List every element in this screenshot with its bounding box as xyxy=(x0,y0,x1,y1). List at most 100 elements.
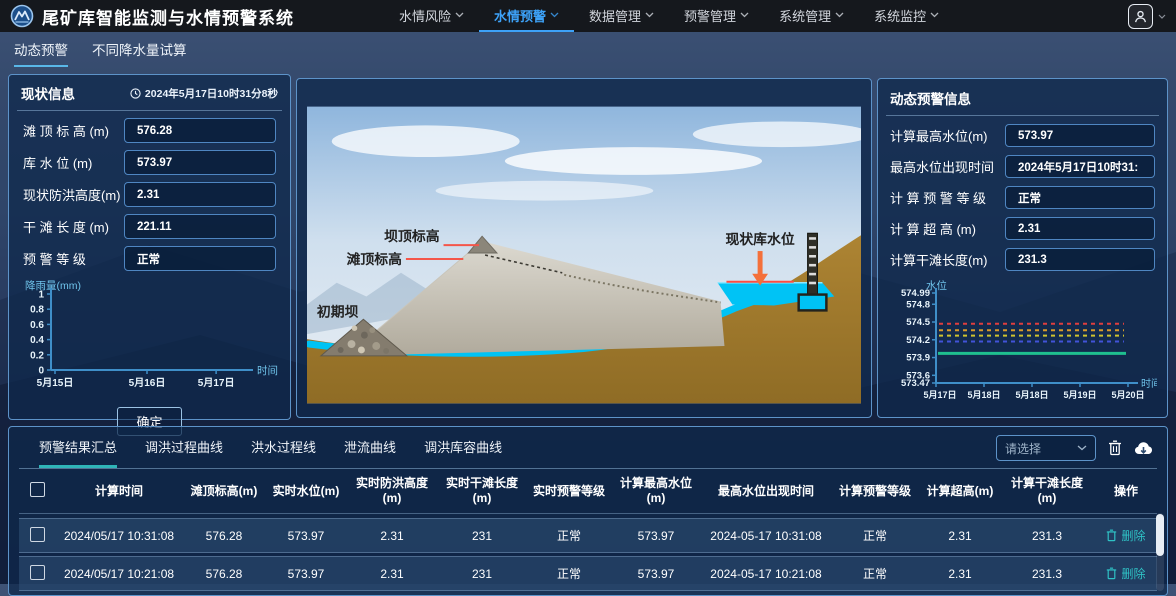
chevron-down-icon xyxy=(740,12,749,18)
delete-label: 删除 xyxy=(1121,565,1145,582)
delete-action[interactable]: 删除 xyxy=(1093,527,1159,544)
status-field-value[interactable]: 221.11 xyxy=(124,214,276,239)
filter-select[interactable]: 请选择 xyxy=(996,435,1096,461)
table-cell-2: 573.97 xyxy=(265,567,347,581)
chevron-down-icon xyxy=(1077,445,1087,451)
warning-field-value[interactable]: 2024年5月17日10时31: xyxy=(1005,155,1155,178)
chevron-down-icon[interactable] xyxy=(1158,14,1166,19)
warning-field-row-1: 最高水位出现时间 2024年5月17日10时31: xyxy=(890,155,1155,178)
crest-elevation-label: 坝顶标高 xyxy=(384,228,440,244)
status-fields: 滩 顶 标 高 (m)576.28库 水 位 (m)573.97现状防洪高度(m… xyxy=(21,118,278,271)
x-tick-label: 5月17日 xyxy=(198,377,235,389)
table-cell-8: 正常 xyxy=(831,527,919,544)
column-header-3: 实时防洪高度 (m) xyxy=(347,476,437,506)
divider xyxy=(17,110,282,111)
results-toolbar: 请选择 xyxy=(996,435,1153,468)
row-checkbox[interactable] xyxy=(30,565,45,580)
results-panel: 预警结果汇总调洪过程曲线洪水过程线泄流曲线调洪库容曲线 请选择 xyxy=(8,426,1168,596)
warning-field-value[interactable]: 正常 xyxy=(1005,186,1155,209)
rainfall-chart-wrap: 降雨量(mm)00.20.40.60.815月15日5月16日5月17日时间 xyxy=(21,278,278,405)
column-header-2: 实时水位(m) xyxy=(265,484,347,499)
x-tick-label: 5月19日 xyxy=(1063,390,1096,400)
delete-selected-button[interactable] xyxy=(1108,440,1122,456)
x-tick-label: 5月18日 xyxy=(967,390,1000,400)
nav-item-3[interactable]: 预警管理 xyxy=(669,0,764,32)
main-nav: 水情风险水情预警数据管理预警管理 系统管理系统监控 xyxy=(384,0,954,32)
status-field-row-4: 预 警 等 级正常 xyxy=(23,246,276,271)
trash-icon xyxy=(1108,440,1122,456)
y-tick-label: 0.4 xyxy=(30,335,44,346)
table-row-0: 2024/05/17 10:31:08576.28573.972.31231正常… xyxy=(19,518,1157,553)
table-cell-10: 231.3 xyxy=(1001,529,1093,543)
user-avatar[interactable] xyxy=(1128,4,1153,29)
y-tick-label: 574.99 xyxy=(901,288,930,299)
status-field-row-0: 滩 顶 标 高 (m)576.28 xyxy=(23,118,276,143)
row-checkbox[interactable] xyxy=(30,527,45,542)
nav-item-2[interactable]: 数据管理 xyxy=(574,0,669,32)
warning-field-value[interactable]: 573.97 xyxy=(1005,124,1155,147)
warning-field-label: 计 算 超 高 (m) xyxy=(890,219,976,238)
select-all-cell xyxy=(19,482,55,501)
export-download-button[interactable] xyxy=(1134,441,1153,456)
page-title: 尾矿库智能监测与水情预警系统 xyxy=(42,4,294,29)
column-header-4: 实时干滩长度 (m) xyxy=(437,476,527,506)
table-cell-0: 2024/05/17 10:31:08 xyxy=(55,529,183,543)
warning-field-value[interactable]: 231.3 xyxy=(1005,248,1155,271)
warning-field-label: 计 算 预 警 等 级 xyxy=(890,188,986,207)
chevron-down-icon xyxy=(835,12,844,18)
nav-item-5[interactable]: 系统监控 xyxy=(859,0,954,32)
rain-chart-title: 降雨量(mm) xyxy=(25,279,81,292)
status-field-value[interactable]: 573.97 xyxy=(124,150,276,175)
status-field-label: 干 滩 长 度 (m) xyxy=(23,217,109,236)
column-header-11: 操作 xyxy=(1093,484,1159,499)
nav-item-0[interactable]: 水情风险 xyxy=(384,0,479,32)
warning-field-row-3: 计 算 超 高 (m) 2.31 xyxy=(890,217,1155,240)
table-scrollbar[interactable] xyxy=(1156,513,1164,591)
nav-item-1[interactable]: 水情预警 xyxy=(479,0,574,32)
column-header-0: 计算时间 xyxy=(55,484,183,499)
select-all-checkbox[interactable] xyxy=(30,482,45,497)
status-field-label: 现状防洪高度(m) xyxy=(23,185,121,204)
warning-field-row-4: 计算干滩长度(m)231.3 xyxy=(890,248,1155,271)
status-field-value[interactable]: 正常 xyxy=(124,246,276,271)
chevron-down-icon xyxy=(550,12,559,18)
trash-icon xyxy=(1106,567,1117,580)
results-tab-4[interactable]: 调洪库容曲线 xyxy=(424,437,502,468)
current-water-level-label: 现状库水位 xyxy=(725,231,794,247)
column-header-1: 滩顶标高(m) xyxy=(183,484,265,499)
nav-item-label: 预警管理 xyxy=(684,6,736,25)
warning-field-label: 最高水位出现时间 xyxy=(890,157,994,176)
dam-diagram-panel: 坝顶标高 滩顶标高 初期坝 现状库水位 xyxy=(296,78,872,418)
cloud-download-icon xyxy=(1134,441,1153,456)
scrollbar-thumb[interactable] xyxy=(1156,514,1164,556)
status-timestamp: 2024年5月17日10时31分8秒 xyxy=(130,86,278,101)
x-tick-label: 5月15日 xyxy=(37,377,74,389)
results-tab-2[interactable]: 洪水过程线 xyxy=(251,437,316,468)
table-cell-8: 正常 xyxy=(831,565,919,582)
warning-field-value[interactable]: 2.31 xyxy=(1005,217,1155,240)
nav-item-4[interactable]: 系统管理 xyxy=(764,0,859,32)
column-header-6: 计算最高水位 (m) xyxy=(611,476,701,506)
results-tab-0[interactable]: 预警结果汇总 xyxy=(39,437,117,468)
results-tab-3[interactable]: 泄流曲线 xyxy=(344,437,396,468)
column-header-7: 最高水位出现时间 xyxy=(701,484,831,499)
delete-action[interactable]: 删除 xyxy=(1093,565,1159,582)
status-panel-title: 现状信息 xyxy=(21,83,75,103)
table-cell-1: 576.28 xyxy=(183,567,265,581)
row-checkbox-cell xyxy=(19,527,55,545)
subtabs: 动态预警不同降水量试算 xyxy=(14,39,187,67)
chevron-down-icon xyxy=(455,12,464,18)
subtab-1[interactable]: 不同降水量试算 xyxy=(92,39,187,67)
results-tab-1[interactable]: 调洪过程曲线 xyxy=(145,437,223,468)
beach-top-elevation-label: 滩顶标高 xyxy=(347,251,403,267)
status-field-value[interactable]: 2.31 xyxy=(124,182,276,207)
y-tick-label: 0.8 xyxy=(30,305,44,316)
warning-field-row-0: 计算最高水位(m)573.97 xyxy=(890,124,1155,147)
table-cell-3: 2.31 xyxy=(347,529,437,543)
results-tabs: 预警结果汇总调洪过程曲线洪水过程线泄流曲线调洪库容曲线 xyxy=(39,437,502,468)
top-navbar: 尾矿库智能监测与水情预警系统 水情风险水情预警数据管理预警管理 系统管理系统监控 xyxy=(0,0,1176,32)
delete-label: 删除 xyxy=(1121,527,1145,544)
subtab-0[interactable]: 动态预警 xyxy=(14,39,68,67)
table-cell-9: 2.31 xyxy=(919,567,1001,581)
status-field-value[interactable]: 576.28 xyxy=(124,118,276,143)
